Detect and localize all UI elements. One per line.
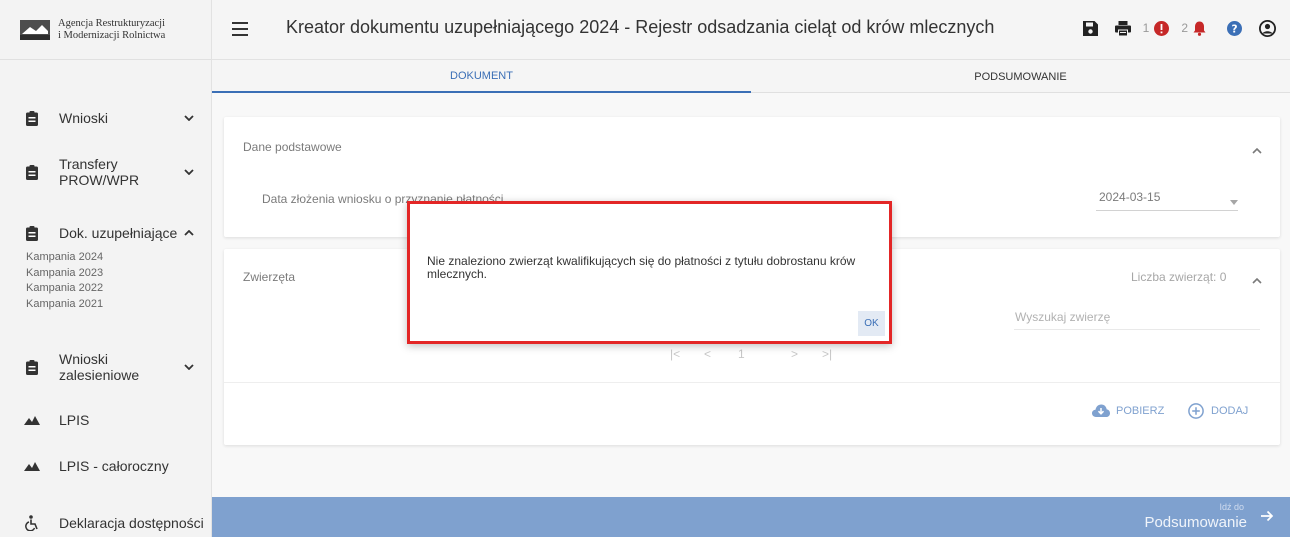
app-header: Kreator dokumentu uzupełniającego 2024 -… xyxy=(212,0,1290,60)
brand-name-line1: Agencja Restrukturyzacji xyxy=(58,17,165,29)
sidebar-item-label: LPIS - całoroczny xyxy=(59,458,169,474)
brand-name-line2: i Modernizacji Rolnictwa xyxy=(58,29,166,41)
ok-button[interactable]: OK xyxy=(858,311,885,336)
campaign-list: Kampania 2024 Kampania 2023 Kampania 202… xyxy=(26,250,103,312)
sidebar-subitem-kampania-2021[interactable]: Kampania 2021 xyxy=(26,297,103,313)
sidebar-item-label: Wnioski zalesieniowe xyxy=(59,351,140,383)
notification-count: 2 xyxy=(1181,21,1188,35)
accessibility-icon xyxy=(24,515,40,531)
chevron-down-icon xyxy=(183,166,195,178)
sidebar-item-label: Dok. uzupełniające xyxy=(59,225,178,241)
menu-icon[interactable] xyxy=(232,22,248,36)
sidebar-subitem-kampania-2024[interactable]: Kampania 2024 xyxy=(26,250,103,266)
alert-dialog: Nie znaleziono zwierząt kwalifikujących … xyxy=(407,201,892,344)
sidebar-item-lpis-caloroczny[interactable]: LPIS - całoroczny xyxy=(0,452,212,480)
sidebar-item-wnioski-zalesieniowe[interactable]: Wnioski zalesieniowe xyxy=(0,351,212,383)
clipboard-icon xyxy=(24,225,40,241)
page-title: Kreator dokumentu uzupełniającego 2024 -… xyxy=(286,17,995,37)
sidebar-subitem-kampania-2023[interactable]: Kampania 2023 xyxy=(26,266,103,282)
chevron-down-icon xyxy=(183,112,195,124)
clipboard-icon xyxy=(24,110,40,126)
sidebar-item-lpis[interactable]: LPIS xyxy=(0,406,212,434)
sidebar-item-label: Transfery PROW/WPR xyxy=(59,156,140,188)
sidebar-subitem-kampania-2022[interactable]: Kampania 2022 xyxy=(26,281,103,297)
save-icon[interactable] xyxy=(1082,20,1098,36)
sidebar: Agencja Restrukturyzacji i Modernizacji … xyxy=(0,0,212,537)
tab-dokument[interactable]: DOKUMENT xyxy=(212,60,751,93)
help-icon[interactable]: ? xyxy=(1227,20,1242,36)
tab-podsumowanie[interactable]: PODSUMOWANIE xyxy=(751,60,1290,93)
mountain-icon xyxy=(24,412,40,428)
sidebar-item-deklaracja-dostepnosci[interactable]: Deklaracja dostępności xyxy=(0,509,212,537)
dialog-message: Nie znaleziono zwierząt kwalifikujących … xyxy=(427,254,856,281)
account-icon[interactable] xyxy=(1259,19,1276,37)
clipboard-icon xyxy=(24,359,40,375)
clipboard-icon xyxy=(24,164,40,180)
arimr-logo-icon xyxy=(20,19,50,40)
error-icon[interactable] xyxy=(1154,20,1170,36)
sidebar-item-transfery[interactable]: Transfery PROW/WPR xyxy=(0,156,212,188)
brand-logo[interactable]: Agencja Restrukturyzacji i Modernizacji … xyxy=(0,0,211,60)
svg-text:?: ? xyxy=(1231,23,1237,35)
chevron-down-icon xyxy=(183,361,195,373)
error-count: 1 xyxy=(1142,21,1150,35)
tab-bar: DOKUMENT PODSUMOWANIE xyxy=(212,60,1290,93)
sidebar-item-wnioski[interactable]: Wnioski xyxy=(0,104,212,132)
sidebar-item-label: Wnioski xyxy=(59,110,109,126)
chevron-up-icon xyxy=(183,227,195,239)
print-icon[interactable] xyxy=(1114,20,1131,36)
mountain-icon xyxy=(24,458,40,474)
bell-icon[interactable] xyxy=(1193,21,1206,36)
sidebar-item-label: LPIS xyxy=(59,412,90,428)
sidebar-item-label: Deklaracja dostępności xyxy=(59,515,204,531)
sidebar-item-dok-uzupelniajace[interactable]: Dok. uzupełniające xyxy=(0,219,212,247)
